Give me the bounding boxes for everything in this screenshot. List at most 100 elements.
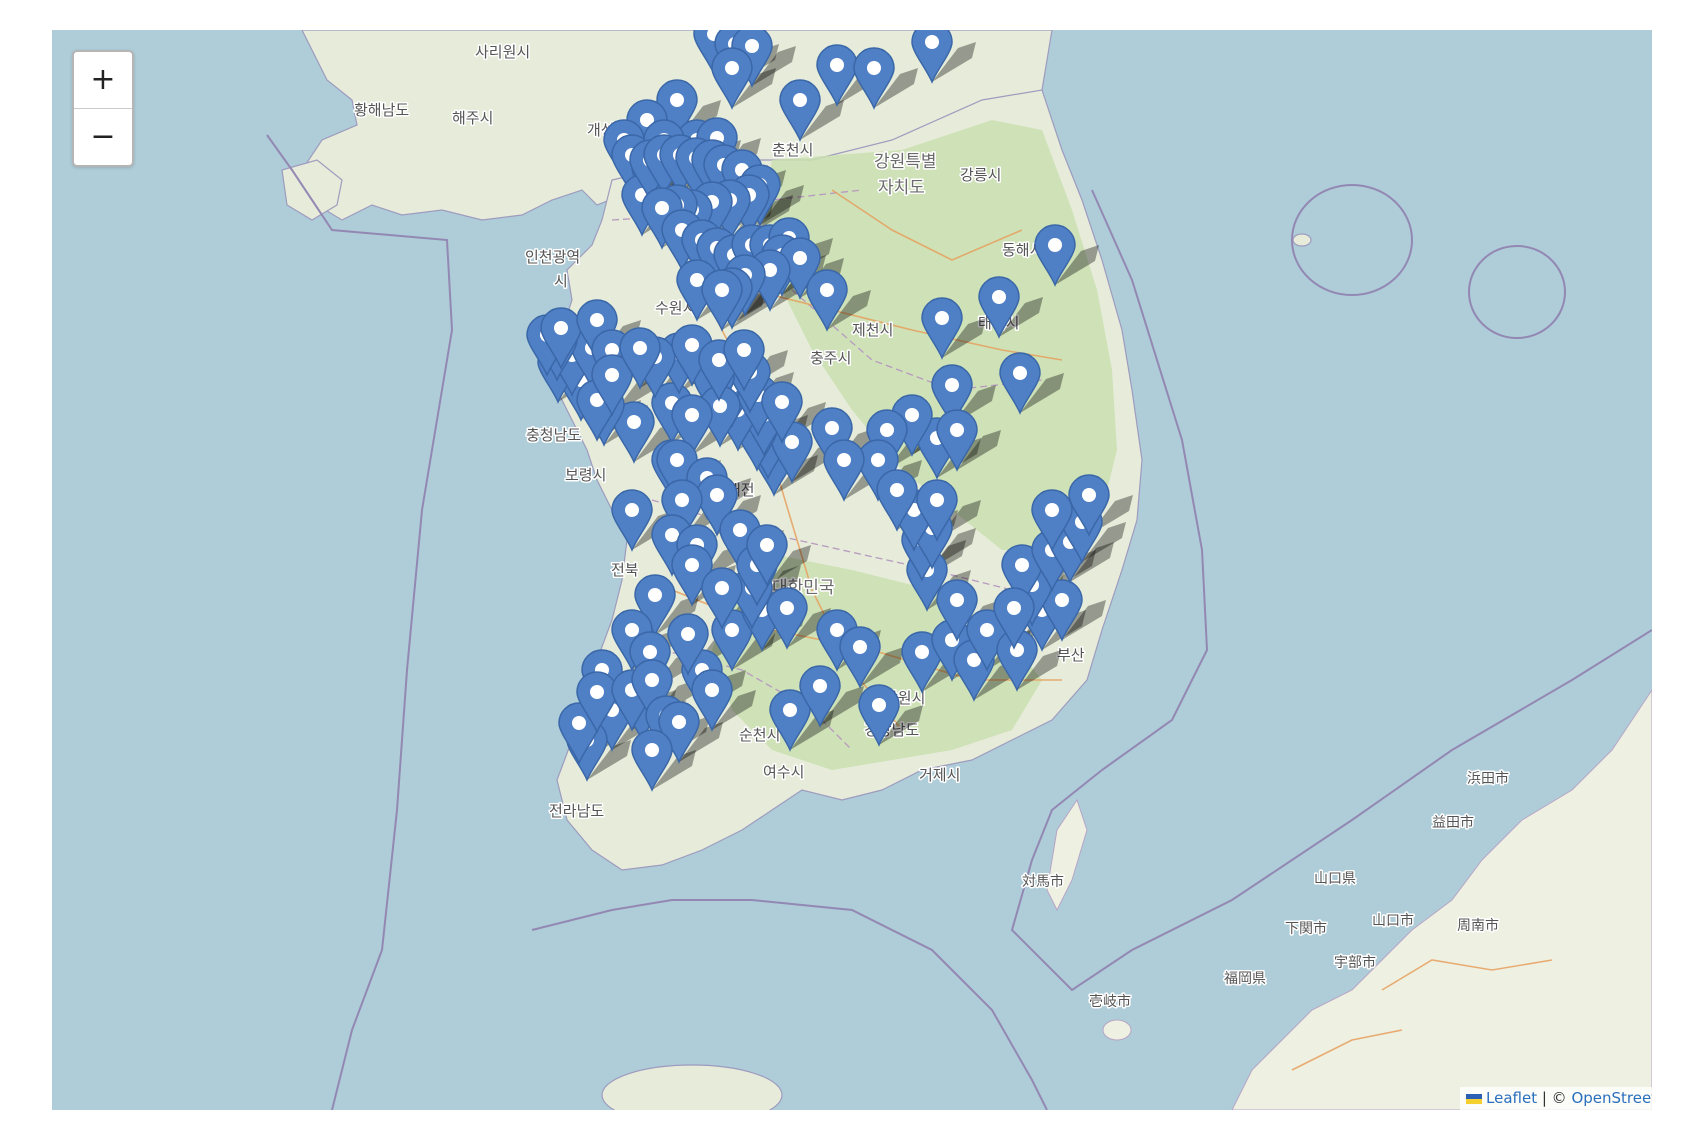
- marker-dot: [712, 353, 726, 367]
- marker-dot: [625, 503, 639, 517]
- marker-dot: [672, 715, 686, 729]
- marker-dot: [715, 581, 729, 595]
- leaflet-link[interactable]: Leaflet: [1486, 1089, 1537, 1107]
- marker-dot: [830, 623, 844, 637]
- marker-dot: [675, 493, 689, 507]
- west-sea-boundary: [266, 134, 454, 1110]
- marker-dot: [930, 493, 944, 507]
- marker-dot: [670, 93, 684, 107]
- ulleungdo-island: [1292, 233, 1312, 247]
- japan-land: [1231, 689, 1652, 1110]
- marker-dot: [780, 601, 794, 615]
- marker-dot: [950, 593, 964, 607]
- map-label: 충주시: [810, 349, 851, 367]
- map-container[interactable]: 사리원시 황해남도 해주시 개성시 춘천시 강원특별 자치도 강릉시 동해시 인…: [52, 30, 1652, 1110]
- tsushima-island: [1046, 798, 1088, 912]
- marker-dot: [775, 395, 789, 409]
- marker-dot: [627, 415, 641, 429]
- marker-dot: [645, 673, 659, 687]
- map-label: 壱岐市: [1089, 993, 1131, 1010]
- zoom-out-button[interactable]: −: [74, 108, 132, 165]
- map-label: 시: [554, 272, 568, 290]
- marker-dot: [633, 341, 647, 355]
- map-label: 거제시: [919, 766, 960, 784]
- marker-dot: [925, 35, 939, 49]
- marker-dot: [837, 453, 851, 467]
- map-tiles[interactable]: 사리원시 황해남도 해주시 개성시 춘천시 강원특별 자치도 강릉시 동해시 인…: [52, 30, 1652, 1110]
- map-label: 対馬市: [1022, 873, 1064, 890]
- marker-dot: [1045, 503, 1059, 517]
- marker-dot: [685, 338, 699, 352]
- ukraine-flag-icon: [1466, 1093, 1482, 1104]
- marker-dot: [625, 623, 639, 637]
- marker-dot: [1082, 488, 1096, 502]
- map-label: 여수시: [763, 763, 804, 781]
- zoom-in-button[interactable]: +: [74, 52, 132, 108]
- marker-dot: [783, 703, 797, 717]
- marker-dot: [915, 645, 929, 659]
- map-label: 황해남도: [354, 101, 409, 119]
- marker-dot: [867, 61, 881, 75]
- map-label: 자치도: [878, 178, 925, 198]
- marker-dot: [590, 313, 604, 327]
- map-label: 해주시: [452, 109, 493, 127]
- marker-dot: [590, 685, 604, 699]
- marker-dot: [705, 683, 719, 697]
- marker-dot: [745, 39, 759, 53]
- marker-dot: [554, 321, 568, 335]
- marker-dot: [1048, 238, 1062, 252]
- marker-dot: [710, 488, 724, 502]
- marker-dot: [935, 311, 949, 325]
- map-label: 사리원시: [475, 43, 530, 61]
- marker-dot: [825, 421, 839, 435]
- marker-dot: [725, 623, 739, 637]
- marker-dot: [648, 588, 662, 602]
- map-label: 춘천시: [772, 141, 813, 159]
- jeju-island: [601, 1064, 783, 1110]
- map-label: 下関市: [1285, 920, 1327, 937]
- marker-dot: [605, 368, 619, 382]
- map-label: 山口市: [1372, 912, 1414, 929]
- marker-dot: [1015, 558, 1029, 572]
- marker-dot: [950, 423, 964, 437]
- marker-dot: [725, 61, 739, 75]
- marker-dot: [1013, 366, 1027, 380]
- marker-dot: [785, 435, 799, 449]
- marker-dot: [737, 343, 751, 357]
- map-label: 山口県: [1314, 871, 1356, 887]
- map-label: 제천시: [852, 321, 893, 339]
- iki-island: [1102, 1019, 1132, 1041]
- dokdo-boundary: [1468, 245, 1566, 339]
- attribution-separator: | ©: [1537, 1089, 1572, 1107]
- map-label: 강릉시: [960, 166, 1001, 184]
- marker-dot: [681, 627, 695, 641]
- marker-dot: [853, 640, 867, 654]
- marker-dot: [760, 538, 774, 552]
- marker-dot: [830, 58, 844, 72]
- marker-dot: [655, 201, 669, 215]
- map-label: 周南市: [1457, 917, 1499, 934]
- map-label: 浜田市: [1467, 770, 1509, 787]
- osm-link[interactable]: OpenStreetMap: [1571, 1089, 1652, 1107]
- marker-dot: [670, 453, 684, 467]
- marker-dot: [1007, 601, 1021, 615]
- map-label: 부산: [1057, 646, 1085, 664]
- marker-dot: [793, 93, 807, 107]
- marker-dot: [890, 483, 904, 497]
- marker-dot: [733, 523, 747, 537]
- south-sea-boundary: [531, 899, 1048, 1110]
- marker-dot: [820, 283, 834, 297]
- marker-dot: [793, 251, 807, 265]
- zoom-control: + −: [72, 50, 134, 167]
- marker-dot: [880, 423, 894, 437]
- map-label: 전라남도: [549, 802, 604, 820]
- marker-dot: [945, 378, 959, 392]
- marker-dot: [872, 698, 886, 712]
- map-label: 충청남도: [526, 426, 581, 444]
- map-label: 인천광역: [525, 248, 580, 266]
- marker-dot: [685, 408, 699, 422]
- marker-dot: [992, 290, 1006, 304]
- marker-dot: [572, 716, 586, 730]
- marker-dot: [713, 399, 727, 413]
- marker-dot: [715, 283, 729, 297]
